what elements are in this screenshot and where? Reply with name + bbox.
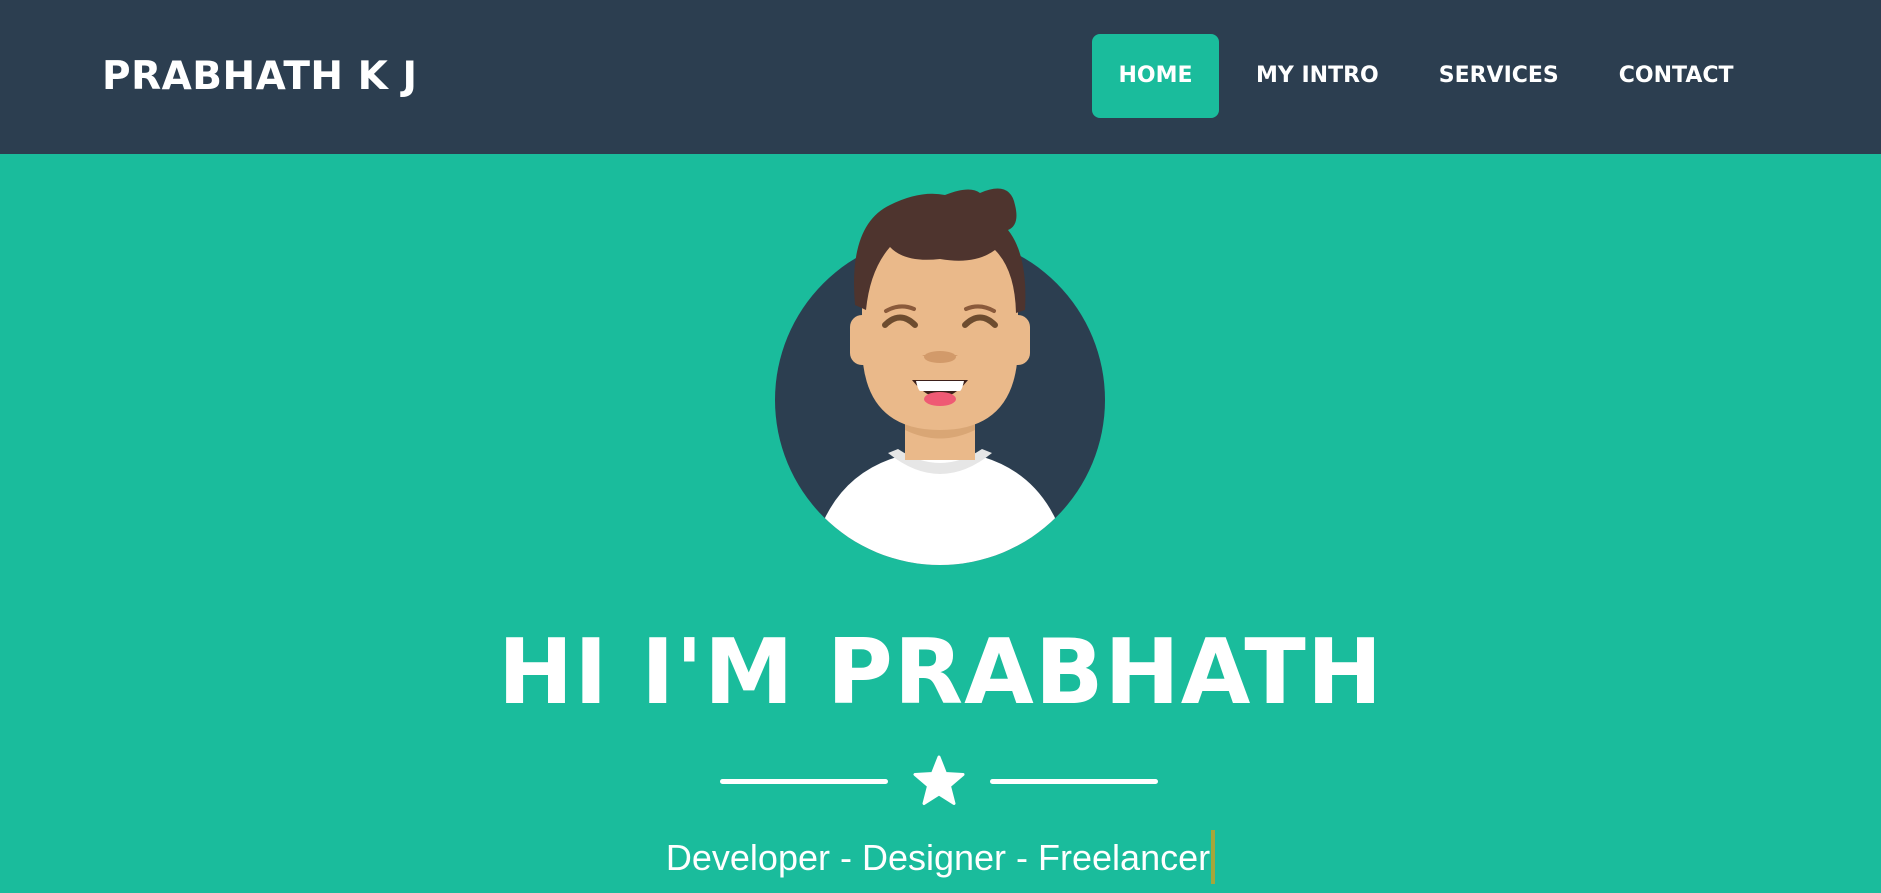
profile-avatar-icon — [770, 185, 1110, 570]
divider-line-right — [990, 779, 1158, 784]
navbar: PRABHATH K J HOME MY INTRO SERVICES CONT… — [0, 0, 1881, 154]
nav-services[interactable]: SERVICES — [1439, 34, 1559, 118]
divider-line-left — [720, 779, 888, 784]
site-brand[interactable]: PRABHATH K J — [102, 52, 417, 102]
hero-headline: HI I'M PRABHATH — [497, 620, 1384, 725]
hero-divider — [0, 755, 1881, 809]
typing-cursor — [1211, 830, 1216, 884]
nav-my-intro[interactable]: MY INTRO — [1256, 34, 1379, 118]
hero-tagline: Developer - Designer - Freelancer — [0, 830, 1881, 884]
nav-contact[interactable]: CONTACT — [1619, 34, 1734, 118]
nav-menu: HOME MY INTRO SERVICES CONTACT — [1092, 34, 1734, 118]
star-icon — [913, 755, 965, 805]
tagline-text: Developer - Designer - Freelancer — [665, 837, 1211, 878]
nav-home[interactable]: HOME — [1092, 34, 1219, 118]
